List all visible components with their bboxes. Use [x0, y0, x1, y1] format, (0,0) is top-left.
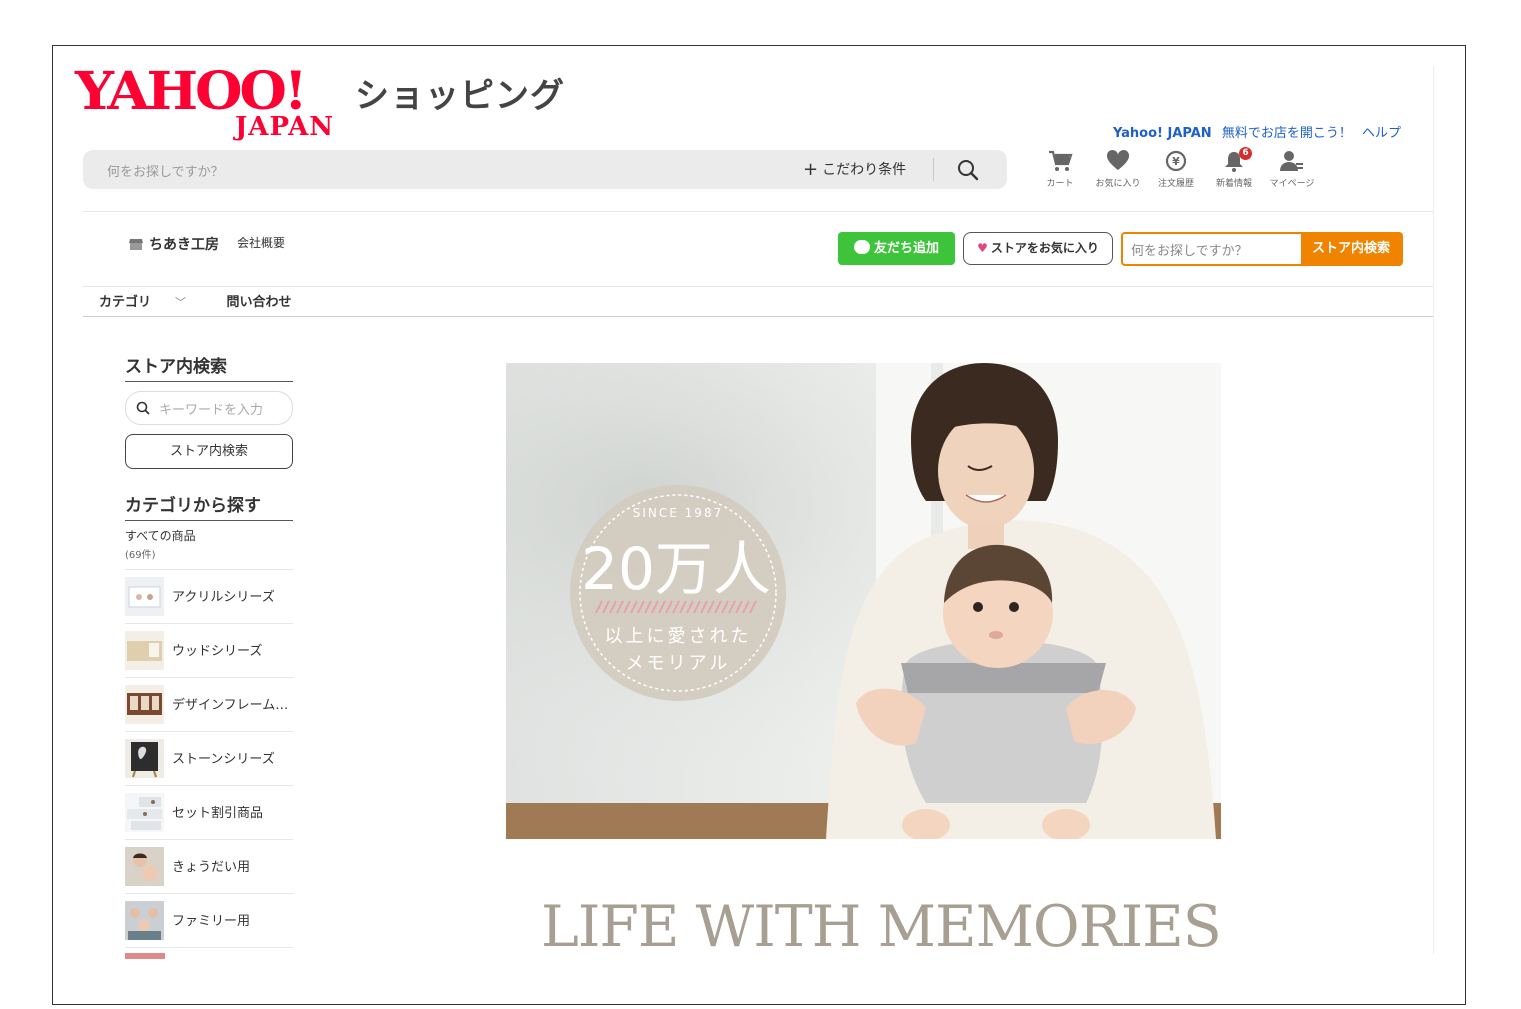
sidebar: ストア内検索 キーワードを入力 ストア内検索 カテゴリから探す すべての商品 (…: [125, 352, 293, 959]
line-icon: [853, 240, 870, 254]
contact-link[interactable]: 問い合わせ: [227, 295, 292, 310]
store-name: ちあき工房: [149, 237, 219, 253]
yahoo-japan-link[interactable]: Yahoo! JAPAN: [1113, 126, 1212, 141]
store-name-link[interactable]: ちあき工房: [129, 234, 219, 254]
search-bar: 何をお探しですか？ + こだわり条件: [83, 150, 1007, 189]
category-thumbnail: [125, 793, 164, 832]
logo-text: YAHOO!: [75, 61, 308, 122]
favorites-button[interactable]: お気に入り: [1089, 149, 1147, 189]
search-icon: [136, 401, 150, 415]
category-label: ウッドシリーズ: [172, 644, 263, 659]
category-label: ストーンシリーズ: [172, 752, 275, 767]
category-item-siblings[interactable]: きょうだい用: [125, 840, 293, 894]
store-bar-divider: [83, 286, 1433, 287]
category-thumbnail: [125, 685, 164, 724]
yahoo-japan-logo[interactable]: YAHOO! JAPAN: [75, 61, 350, 142]
category-thumbnail: [125, 631, 164, 670]
badge-number: 20万人: [581, 535, 771, 603]
search-icon[interactable]: [956, 158, 980, 182]
user-icon: [1280, 151, 1303, 171]
store-search-button[interactable]: ストア内検索: [1301, 234, 1401, 264]
order-history-icon: ¥: [1165, 150, 1187, 172]
store-favorite-button[interactable]: ♥ ストアをお気に入り: [963, 232, 1113, 265]
category-item-set-discount[interactable]: セット割引商品: [125, 786, 293, 840]
chevron-down-icon: ﹀: [175, 296, 187, 309]
help-link[interactable]: ヘルプ: [1362, 126, 1401, 141]
category-item-wood[interactable]: ウッドシリーズ: [125, 624, 293, 678]
category-thumbnail: [125, 739, 164, 778]
top-links: Yahoo! JAPAN 無料でお店を開こう！ ヘルプ: [1107, 122, 1401, 141]
category-item-design-frame[interactable]: デザインフレームシリーズ: [125, 678, 293, 732]
logo-sub: JAPAN: [235, 112, 335, 142]
hero-banner[interactable]: SINCE 1987 20万人 以上に愛された メモリアル: [506, 363, 1221, 839]
hero-photo: SINCE 1987 20万人 以上に愛された メモリアル: [506, 363, 1221, 839]
store-subnav: カテゴリ ﹀ 問い合わせ: [99, 291, 310, 310]
category-menu-label: カテゴリ: [99, 295, 152, 310]
browser-frame: YAHOO! JAPAN ショッピング Yahoo! JAPAN 無料でお店を開…: [52, 45, 1466, 1005]
store-search-input[interactable]: 何をお探しですか？: [1131, 240, 1248, 259]
category-label: デザインフレームシリーズ: [172, 698, 292, 713]
line-button-label: 友だち追加: [873, 241, 939, 256]
svg-text:¥: ¥: [1172, 155, 1180, 168]
category-label: きょうだい用: [172, 860, 251, 875]
all-items-count: (69件): [125, 550, 156, 561]
category-thumbnail: [125, 847, 164, 886]
cart-button[interactable]: カート: [1031, 149, 1089, 189]
mypage-button[interactable]: マイページ: [1263, 149, 1321, 189]
favorite-button-label: ストアをお気に入り: [990, 241, 1099, 255]
category-item-acrylic[interactable]: アクリルシリーズ: [125, 570, 293, 624]
store-search-heading: ストア内検索: [125, 352, 293, 382]
keyword-placeholder: キーワードを入力: [159, 403, 264, 418]
cart-icon: [1049, 150, 1073, 171]
company-info-link[interactable]: 会社概要: [237, 234, 285, 251]
plus-icon: +: [803, 159, 819, 180]
line-add-friend-button[interactable]: 友だち追加: [838, 232, 955, 265]
category-label: ファミリー用: [172, 914, 251, 929]
category-menu[interactable]: カテゴリ ﹀: [99, 295, 204, 310]
tagline: LIFE WITH MEMORIES: [541, 894, 1222, 960]
order-history-button[interactable]: ¥ 注文履歴: [1147, 149, 1205, 189]
mypage-label: マイページ: [1269, 179, 1315, 189]
favorites-label: お気に入り: [1095, 179, 1141, 189]
notifications-button[interactable]: 6 新着情報: [1205, 147, 1263, 189]
content-edge: [1433, 66, 1434, 954]
heart-icon: ♥: [977, 241, 988, 255]
shop-icon: [129, 239, 143, 250]
conditions-button[interactable]: + こだわり条件: [803, 159, 906, 180]
order-history-label: 注文履歴: [1157, 179, 1194, 189]
category-thumbnail: [125, 953, 165, 959]
category-item-stone[interactable]: ストーンシリーズ: [125, 732, 293, 786]
store-search-box: 何をお探しですか？ ストア内検索: [1121, 232, 1403, 266]
keyword-field[interactable]: キーワードを入力: [125, 391, 293, 425]
category-thumbnail: [125, 577, 164, 616]
notification-badge: 6: [1239, 147, 1252, 160]
conditions-label: こだわり条件: [822, 162, 907, 178]
search-divider: [933, 158, 934, 181]
badge-line2: メモリアル: [626, 653, 731, 674]
service-title[interactable]: ショッピング: [355, 68, 565, 117]
badge-since: SINCE 1987: [633, 506, 723, 520]
sidebar-search-button[interactable]: ストア内検索: [125, 434, 293, 469]
notifications-label: 新着情報: [1215, 179, 1252, 189]
search-input[interactable]: 何をお探しですか？: [107, 161, 224, 180]
heart-icon: [1106, 149, 1130, 170]
subnav-divider: [83, 316, 1433, 317]
category-item-family[interactable]: ファミリー用: [125, 894, 293, 948]
badge-line1: 以上に愛された: [605, 626, 752, 647]
open-store-link[interactable]: 無料でお店を開こう！: [1222, 126, 1352, 141]
cart-label: カート: [1046, 179, 1074, 189]
category-label: アクリルシリーズ: [172, 590, 275, 605]
category-thumbnail: [125, 901, 164, 940]
category-label: セット割引商品: [172, 806, 264, 821]
all-items-link[interactable]: すべての商品 (69件): [125, 521, 293, 570]
category-heading: カテゴリから探す: [125, 491, 293, 521]
store-bar: ちあき工房 会社概要 友だち追加 ♥ ストアをお気に入り 何をお探しですか？ スト…: [83, 212, 1433, 286]
all-items-label: すべての商品: [125, 529, 196, 543]
